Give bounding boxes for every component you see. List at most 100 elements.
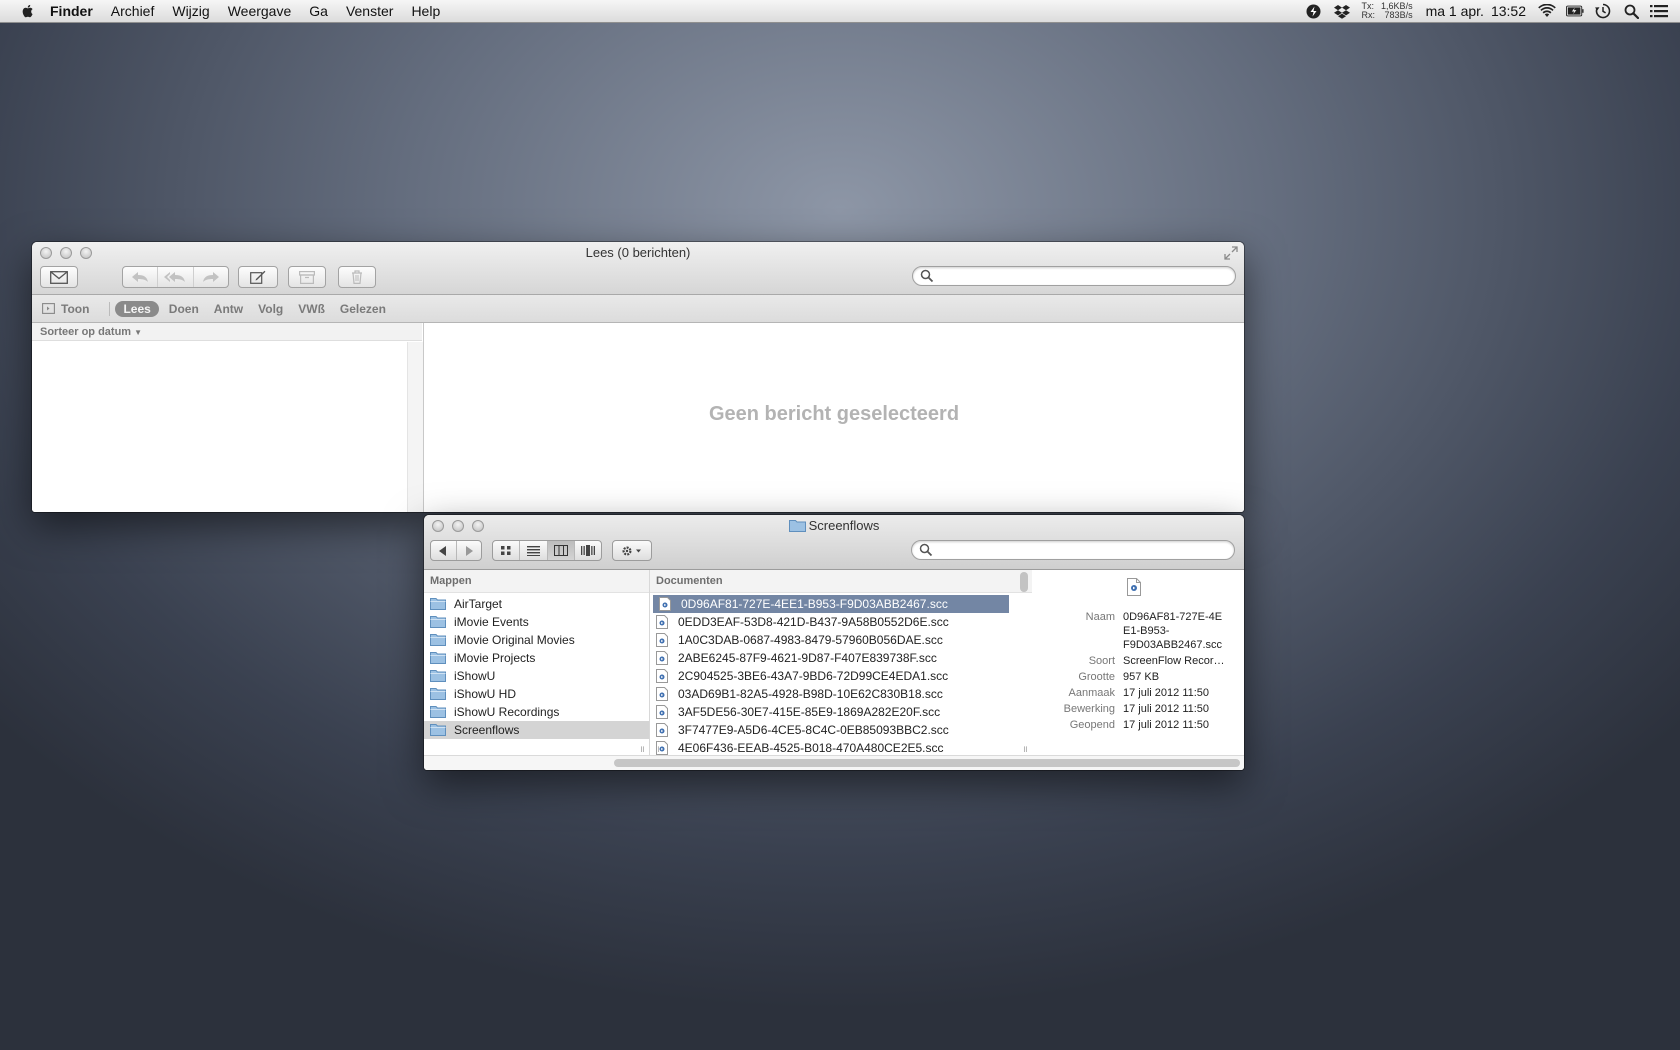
spotlight-search-icon[interactable] bbox=[1622, 3, 1640, 19]
file-row[interactable]: 2ABE6245-87F9-4621-9D87-F407E839738F.scc bbox=[650, 649, 1012, 667]
list-view-button[interactable] bbox=[520, 541, 548, 560]
status-area: Tx: Rx: 1,6KB/s 783B/s ma 1 apr. 13:52 bbox=[1300, 0, 1680, 22]
folder-icon bbox=[430, 687, 446, 701]
favorite-doen[interactable]: Doen bbox=[169, 302, 199, 316]
column-resize-handle[interactable]: ॥ bbox=[1018, 742, 1032, 756]
file-row[interactable]: 0EDD3EAF-53D8-421D-B437-9A58B0552D6E.scc bbox=[650, 613, 1012, 631]
network-monitor[interactable]: Tx: Rx: 1,6KB/s 783B/s bbox=[1362, 2, 1413, 20]
compose-icon bbox=[250, 270, 266, 284]
action-menu-button[interactable] bbox=[612, 540, 652, 561]
folder-row[interactable]: iShowU Recordings bbox=[424, 703, 649, 721]
info-name-line: E1-B953- bbox=[1123, 625, 1170, 637]
mail-search-field[interactable] bbox=[912, 266, 1236, 286]
back-button[interactable] bbox=[431, 541, 457, 560]
wifi-icon[interactable] bbox=[1538, 3, 1556, 19]
folder-row[interactable]: AirTarget bbox=[424, 595, 649, 613]
sort-by-date-menu[interactable]: Sorteer op datum ▼ bbox=[32, 323, 422, 341]
finder-search-field[interactable] bbox=[911, 540, 1235, 560]
sort-label: Sorteer op datum bbox=[40, 326, 132, 338]
forward-icon[interactable] bbox=[194, 267, 228, 287]
info-name-value: 0D96AF81-727E-4E E1-B953- F9D03ABB2467.s… bbox=[1123, 610, 1242, 654]
menu-venster[interactable]: Venster bbox=[337, 3, 402, 19]
favorite-volg[interactable]: Volg bbox=[258, 302, 283, 316]
column-resize-handle[interactable]: ॥ bbox=[635, 742, 649, 756]
compose-button[interactable] bbox=[238, 266, 278, 288]
file-row[interactable]: 03AD69B1-82A5-4928-B98D-10E62C830B18.scc bbox=[650, 685, 1012, 703]
reply-all-icon[interactable] bbox=[158, 267, 194, 287]
folder-name: iMovie Original Movies bbox=[454, 633, 575, 647]
folder-row[interactable]: iShowU bbox=[424, 667, 649, 685]
favorite-vwss[interactable]: VWß bbox=[298, 302, 325, 316]
finder-toolbar: Screenflows bbox=[424, 515, 1244, 570]
folder-row[interactable]: iShowU HD bbox=[424, 685, 649, 703]
time-machine-icon[interactable] bbox=[1594, 3, 1612, 19]
view-mode-control bbox=[492, 540, 602, 561]
search-icon bbox=[920, 269, 934, 283]
message-list-scrollbar[interactable] bbox=[407, 342, 424, 512]
fullscreen-icon[interactable] bbox=[1224, 246, 1238, 260]
menu-bar: Finder Archief Wijzig Weergave Ga Venste… bbox=[0, 0, 1680, 23]
info-name-line: F9D03ABB2467.scc bbox=[1123, 639, 1223, 651]
files-vertical-scrollbar[interactable] bbox=[1020, 572, 1028, 592]
icon-view-button[interactable] bbox=[493, 541, 521, 560]
screenflow-document-icon bbox=[656, 651, 668, 665]
folder-row[interactable]: iMovie Original Movies bbox=[424, 631, 649, 649]
delete-button[interactable] bbox=[338, 266, 376, 288]
menubar-time[interactable]: 13:52 bbox=[1491, 3, 1526, 19]
files-column: Documenten 0D96AF81-727E-4EE1-B953-F9D03… bbox=[650, 570, 1033, 756]
reply-icon[interactable] bbox=[123, 267, 159, 287]
chevron-down-icon: ▼ bbox=[134, 328, 143, 337]
favorite-antw[interactable]: Antw bbox=[214, 302, 243, 316]
menu-archief[interactable]: Archief bbox=[102, 3, 164, 19]
reply-button-group bbox=[122, 266, 229, 288]
dropbox-icon[interactable] bbox=[1333, 3, 1351, 19]
folder-row[interactable]: iMovie Projects bbox=[424, 649, 649, 667]
file-row[interactable]: 3AF5DE56-30E7-415E-85E9-1869A282E20F.scc bbox=[650, 703, 1012, 721]
flash-icon[interactable] bbox=[1305, 3, 1323, 19]
finder-window-title: Screenflows bbox=[424, 518, 1244, 533]
message-list[interactable] bbox=[32, 342, 407, 512]
column-view-button[interactable] bbox=[547, 541, 575, 560]
show-mailboxes-button[interactable]: Toon bbox=[42, 302, 89, 316]
folder-icon bbox=[430, 633, 446, 647]
file-row[interactable]: 0D96AF81-727E-4EE1-B953-F9D03ABB2467.scc bbox=[653, 595, 1009, 613]
file-info-table: Naam 0D96AF81-727E-4E E1-B953- F9D03ABB2… bbox=[1032, 610, 1242, 734]
cover-flow-button[interactable] bbox=[575, 541, 601, 560]
menu-finder[interactable]: Finder bbox=[50, 3, 102, 19]
menu-wijzig[interactable]: Wijzig bbox=[163, 3, 218, 19]
folder-row[interactable]: iMovie Events bbox=[424, 613, 649, 631]
horizontal-scroll-thumb[interactable] bbox=[614, 759, 1240, 767]
file-name: 3AF5DE56-30E7-415E-85E9-1869A282E20F.scc bbox=[678, 705, 941, 719]
folder-name: iShowU Recordings bbox=[454, 705, 560, 719]
screenflow-document-icon bbox=[656, 669, 668, 683]
favorites-divider bbox=[109, 301, 111, 316]
file-row[interactable]: 4E06F436-EEAB-4525-B018-470A480CE2E5.scc bbox=[650, 739, 1012, 756]
menu-ga[interactable]: Ga bbox=[300, 3, 337, 19]
menubar-date[interactable]: ma 1 apr. bbox=[1426, 3, 1484, 19]
column-resize-handle[interactable]: ॥ bbox=[650, 742, 664, 756]
info-opened-value: 17 juli 2012 11:50 bbox=[1123, 719, 1210, 731]
file-name: 4E06F436-EEAB-4525-B018-470A480CE2E5.scc bbox=[678, 741, 944, 755]
battery-icon[interactable] bbox=[1566, 3, 1584, 19]
menu-weergave[interactable]: Weergave bbox=[219, 3, 301, 19]
notification-center-icon[interactable] bbox=[1650, 3, 1668, 19]
folder-icon bbox=[788, 520, 806, 532]
back-arrow-icon bbox=[439, 545, 447, 556]
forward-button[interactable] bbox=[457, 541, 482, 560]
menu-help[interactable]: Help bbox=[402, 3, 449, 19]
screenflow-document-icon bbox=[659, 597, 671, 611]
screenflow-document-icon bbox=[656, 615, 668, 629]
file-row[interactable]: 3F7477E9-A5D6-4CE5-8C4C-0EB85093BBC2.scc bbox=[650, 721, 1012, 739]
horizontal-scrollbar[interactable] bbox=[424, 755, 1244, 770]
get-mail-button[interactable] bbox=[40, 266, 78, 288]
folder-row[interactable]: Screenflows bbox=[424, 721, 649, 739]
file-name: 0D96AF81-727E-4EE1-B953-F9D03ABB2467.scc bbox=[681, 597, 948, 611]
apple-menu-icon[interactable] bbox=[20, 3, 36, 19]
archive-button[interactable] bbox=[288, 266, 326, 288]
file-row[interactable]: 2C904525-3BE6-43A7-9BD6-72D99CE4EDA1.scc bbox=[650, 667, 1012, 685]
file-row[interactable]: 1A0C3DAB-0687-4983-8479-57960B056DAE.scc bbox=[650, 631, 1012, 649]
screenflow-document-icon bbox=[656, 705, 668, 719]
folder-icon bbox=[430, 597, 446, 611]
favorite-lees[interactable]: Lees bbox=[115, 300, 159, 317]
favorite-gelezen[interactable]: Gelezen bbox=[340, 302, 386, 316]
